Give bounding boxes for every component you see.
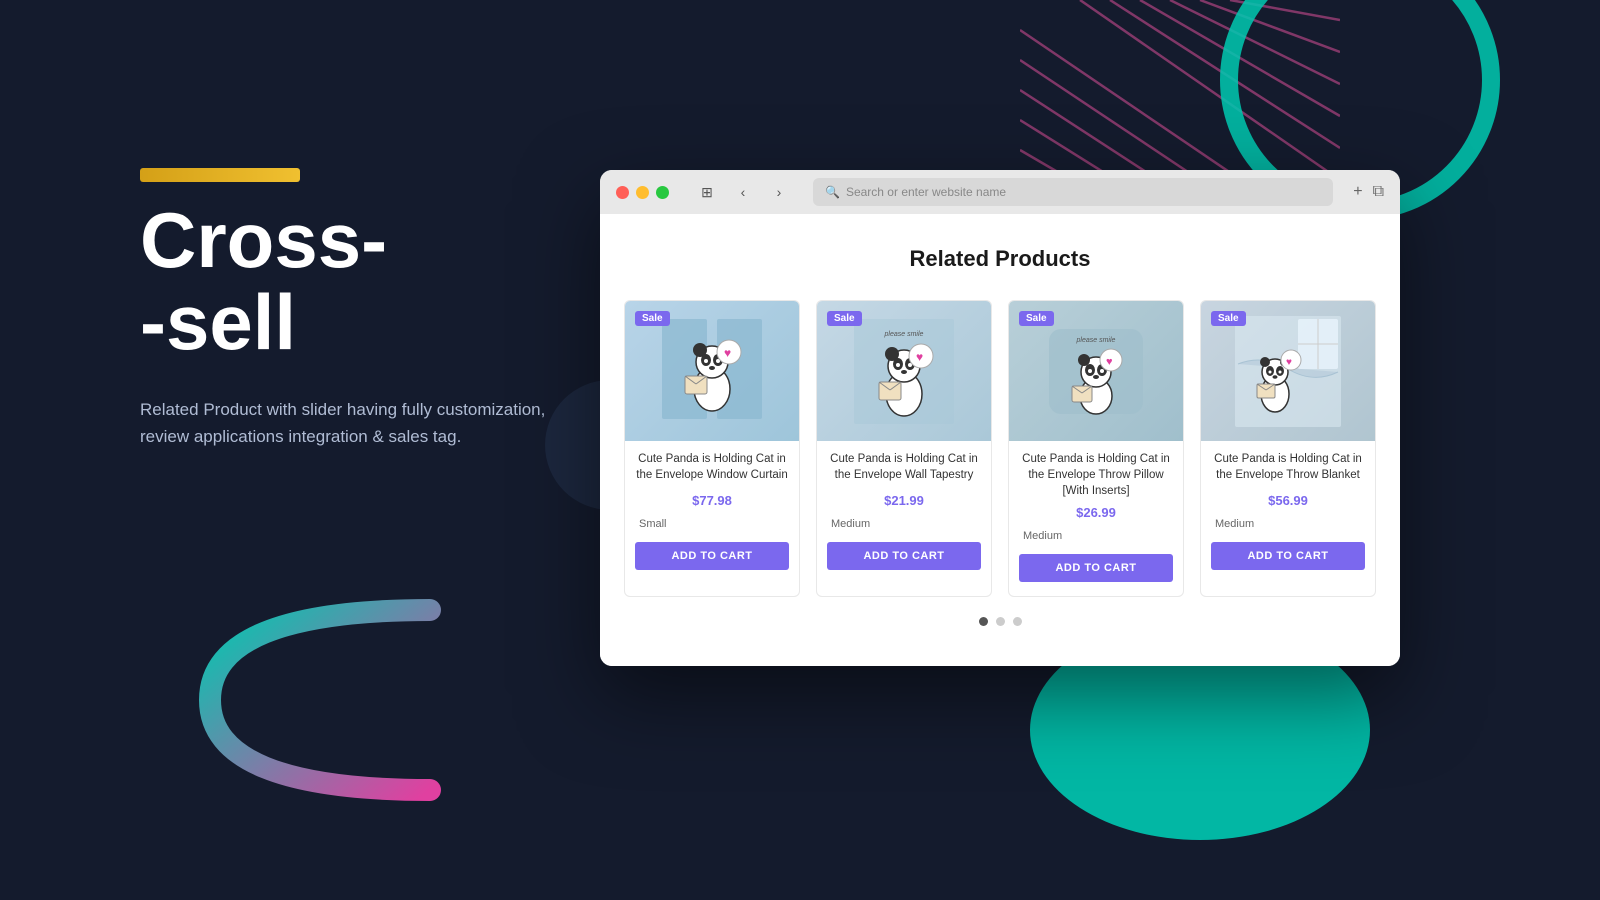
browser-controls: ⊞ ‹ › (693, 178, 793, 206)
product-card-4: Sale (1200, 300, 1376, 597)
product-variant-4: Medium (1211, 518, 1365, 530)
dot-red[interactable] (616, 186, 629, 199)
subtitle-text: Related Product with slider having fully… (140, 396, 560, 450)
product-card-2: Sale please smile (816, 300, 992, 597)
products-grid: Sale (624, 300, 1376, 597)
dot-green[interactable] (656, 186, 669, 199)
sale-badge-2: Sale (827, 311, 862, 326)
product-info-2: Cute Panda is Holding Cat in the Envelop… (817, 441, 991, 584)
svg-text:♥: ♥ (1106, 356, 1113, 368)
browser-dots (616, 186, 669, 199)
main-title: Cross- -sell (140, 200, 560, 364)
svg-text:♥: ♥ (724, 346, 731, 360)
product-name-3: Cute Panda is Holding Cat in the Envelop… (1019, 451, 1173, 499)
address-bar[interactable]: 🔍 Search or enter website name (813, 178, 1333, 206)
sale-badge-1: Sale (635, 311, 670, 326)
product-info-1: Cute Panda is Holding Cat in the Envelop… (625, 441, 799, 584)
section-title: Related Products (624, 246, 1376, 272)
new-tab-button[interactable]: + (1353, 183, 1362, 201)
yellow-bar-decoration (140, 168, 300, 182)
back-button[interactable]: ‹ (729, 178, 757, 206)
product-name-4: Cute Panda is Holding Cat in the Envelop… (1211, 451, 1365, 487)
svg-text:please smile: please smile (884, 331, 924, 338)
sale-badge-3: Sale (1019, 311, 1054, 326)
slider-dot-3[interactable] (1013, 617, 1022, 626)
product-price-4: $56.99 (1211, 493, 1365, 508)
browser-content: Related Products Sale (600, 214, 1400, 666)
product-variant-2: Medium (827, 518, 981, 530)
product-price-1: $77.98 (635, 493, 789, 508)
slider-dot-2[interactable] (996, 617, 1005, 626)
browser-window: ⊞ ‹ › 🔍 Search or enter website name + ⧉… (600, 170, 1400, 666)
browser-titlebar: ⊞ ‹ › 🔍 Search or enter website name + ⧉ (600, 170, 1400, 214)
add-to-cart-btn-1[interactable]: ADD TO CART (635, 542, 789, 570)
product-card-3: Sale please smile (1008, 300, 1184, 597)
add-to-cart-btn-4[interactable]: ADD TO CART (1211, 542, 1365, 570)
slider-dot-1[interactable] (979, 617, 988, 626)
product-variant-1: Small (635, 518, 789, 530)
product-price-3: $26.99 (1019, 505, 1173, 520)
product-name-2: Cute Panda is Holding Cat in the Envelop… (827, 451, 981, 487)
svg-text:♥: ♥ (916, 350, 923, 364)
product-name-1: Cute Panda is Holding Cat in the Envelop… (635, 451, 789, 487)
browser-actions: + ⧉ (1353, 183, 1384, 201)
copy-button[interactable]: ⧉ (1373, 183, 1384, 201)
sale-badge-4: Sale (1211, 311, 1246, 326)
grid-view-icon[interactable]: ⊞ (693, 178, 721, 206)
product-card-1: Sale (624, 300, 800, 597)
product-variant-3: Medium (1019, 530, 1173, 542)
c-shape-decoration (150, 590, 450, 810)
slider-dots (624, 617, 1376, 626)
product-info-4: Cute Panda is Holding Cat in the Envelop… (1201, 441, 1375, 584)
svg-text:please smile: please smile (1076, 337, 1116, 344)
add-to-cart-btn-2[interactable]: ADD TO CART (827, 542, 981, 570)
svg-text:♥: ♥ (1286, 357, 1292, 368)
product-price-2: $21.99 (827, 493, 981, 508)
address-text: Search or enter website name (846, 185, 1006, 199)
dot-yellow[interactable] (636, 186, 649, 199)
add-to-cart-btn-3[interactable]: ADD TO CART (1019, 554, 1173, 582)
left-content-area: Cross- -sell Related Product with slider… (140, 200, 560, 450)
forward-button[interactable]: › (765, 178, 793, 206)
product-info-3: Cute Panda is Holding Cat in the Envelop… (1009, 441, 1183, 596)
